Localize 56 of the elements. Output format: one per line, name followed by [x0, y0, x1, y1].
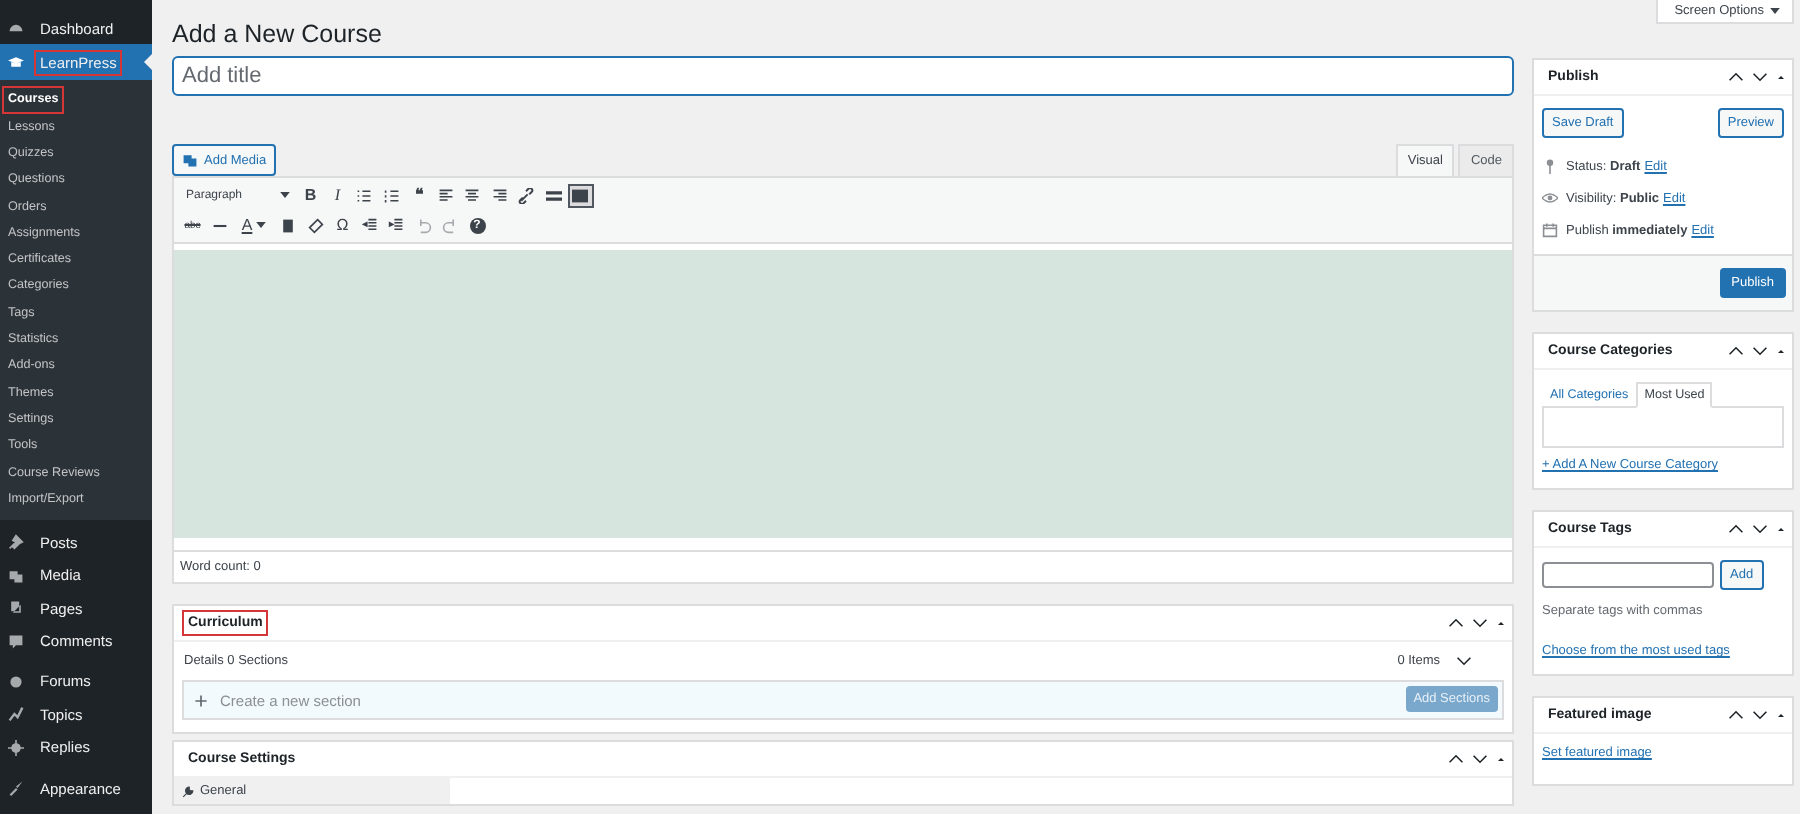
title-field[interactable]: Add title — [172, 56, 1514, 96]
align-right-icon — [491, 187, 508, 203]
bulleted-list-icon — [356, 187, 373, 203]
toolbar-button[interactable]: Ω — [330, 213, 355, 237]
chevron-up-icon[interactable] — [1448, 754, 1464, 764]
caret-icon — [1770, 8, 1780, 14]
link-icon — [518, 187, 535, 203]
media-icon — [8, 567, 24, 584]
collapse-arrow-icon[interactable] — [1496, 618, 1506, 628]
tag-field[interactable] — [1542, 562, 1714, 588]
chevron-down-icon[interactable] — [1752, 346, 1768, 356]
media-icon — [182, 152, 198, 168]
toolbar-button[interactable] — [303, 213, 328, 237]
align-center-icon — [464, 187, 481, 203]
pushpin-icon — [8, 534, 24, 551]
undo-icon — [415, 217, 432, 233]
eye-icon — [1542, 190, 1558, 206]
chevron-down-icon[interactable] — [1752, 524, 1768, 534]
read-more-icon — [545, 187, 562, 203]
wrench-icon — [182, 785, 194, 797]
toolbar-button[interactable]: ❝ — [406, 183, 431, 207]
numbered-list-icon — [383, 187, 400, 203]
pin-icon — [1542, 158, 1558, 174]
page-icon — [8, 600, 24, 617]
redo-icon — [442, 217, 459, 233]
chevron-down-icon[interactable] — [1752, 710, 1768, 720]
toolbar-button[interactable] — [514, 183, 539, 207]
indent-icon — [388, 217, 405, 233]
chevron-up-icon[interactable] — [1728, 72, 1744, 82]
graduation-cap-icon — [8, 54, 24, 71]
page-title: Add a New Course — [172, 20, 382, 48]
chevron-down-icon[interactable] — [1472, 754, 1488, 764]
text-color-button[interactable]: A — [234, 213, 274, 237]
toolbar-button[interactable] — [568, 183, 593, 207]
chevron-up-icon[interactable] — [1448, 618, 1464, 628]
align-left-icon — [437, 187, 454, 203]
chevron-down-icon[interactable] — [1752, 72, 1768, 82]
collapse-arrow-icon[interactable] — [1776, 524, 1786, 534]
outdent-icon — [361, 217, 378, 233]
chevron-up-icon[interactable] — [1728, 524, 1744, 534]
speech-bubble-icon — [8, 633, 24, 649]
calendar-icon — [1542, 222, 1558, 238]
collapse-arrow-icon[interactable] — [1776, 710, 1786, 720]
plus-icon — [194, 693, 208, 707]
chevron-down-icon[interactable] — [1472, 618, 1488, 628]
caret-icon — [256, 222, 267, 228]
collapse-arrow-icon[interactable] — [1496, 754, 1506, 764]
caret-icon — [280, 192, 290, 198]
toolbar-button[interactable]: I — [325, 183, 350, 207]
eraser-icon — [307, 217, 324, 233]
collapse-arrow-icon[interactable] — [1776, 346, 1786, 356]
chevron-up-icon[interactable] — [1728, 346, 1744, 356]
collapse-arrow-icon[interactable] — [1776, 72, 1786, 82]
toolbar-button[interactable]: B — [298, 183, 323, 207]
chevron-down-icon[interactable] — [1456, 656, 1472, 666]
chevron-up-icon[interactable] — [1728, 710, 1744, 720]
